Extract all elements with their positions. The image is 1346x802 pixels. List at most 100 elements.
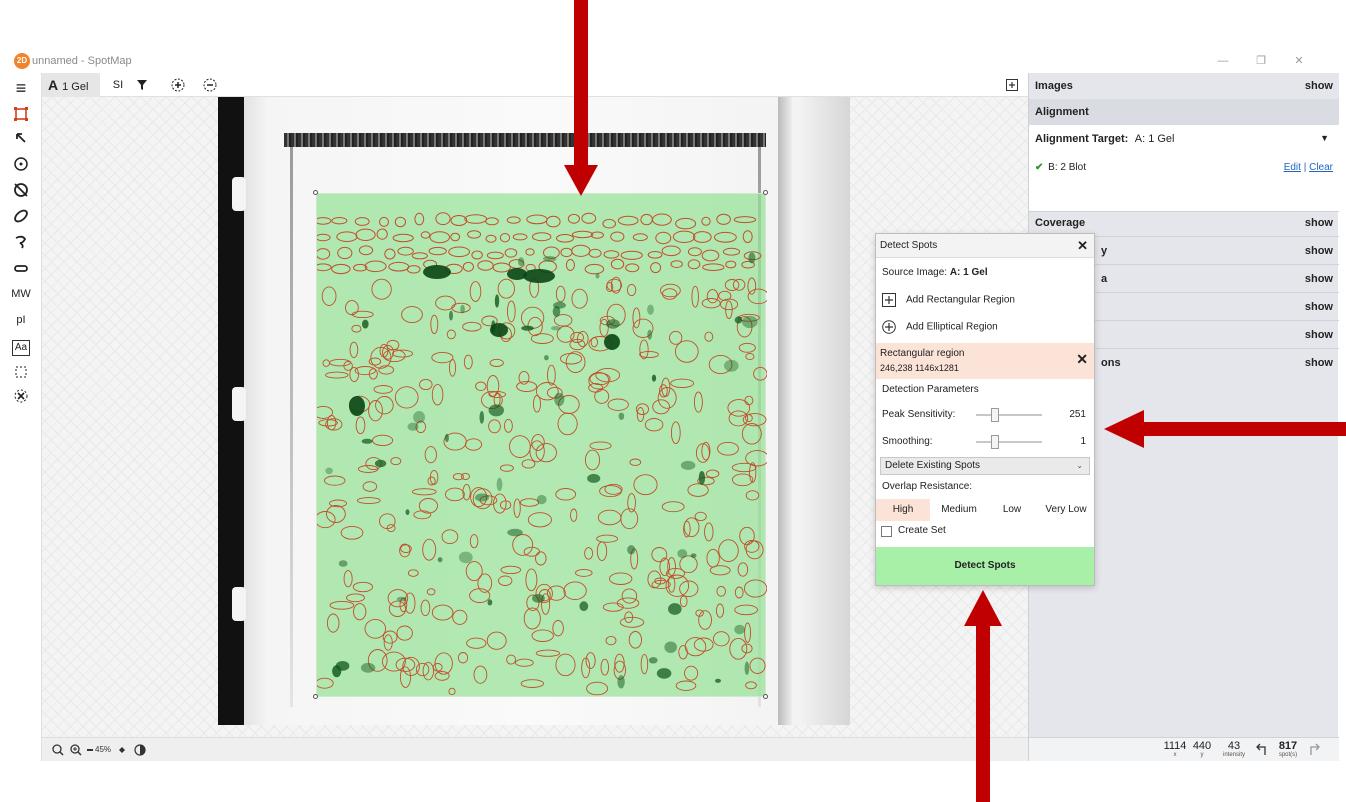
pi-tool[interactable]: pI <box>5 309 37 331</box>
split-spot-icon <box>14 209 28 223</box>
spot-outline <box>670 260 683 268</box>
peak-sensitivity-slider-handle[interactable] <box>991 408 999 422</box>
zoom-out-button[interactable] <box>86 742 94 761</box>
smoothing-slider-handle[interactable] <box>991 435 999 449</box>
zoom-100-button[interactable] <box>70 742 82 760</box>
spot-intensity <box>360 662 376 673</box>
region-handle-top-left[interactable] <box>313 190 318 195</box>
section-row-8-show[interactable]: show <box>1305 350 1333 377</box>
chevron-down-icon: ⌄ <box>1076 461 1083 470</box>
undo-button[interactable] <box>1253 742 1269 761</box>
marquee-select-tool[interactable] <box>5 361 37 383</box>
section-row-5-show[interactable]: show <box>1305 266 1333 293</box>
spot-outline <box>435 212 451 226</box>
zoom-fit-button[interactable] <box>52 742 64 760</box>
section-row-6-show[interactable]: show <box>1305 294 1333 321</box>
peak-sensitivity-slider[interactable] <box>976 408 1042 422</box>
spot-outline <box>606 278 623 292</box>
section-row-8-title: ons <box>1101 357 1121 369</box>
spot-outline <box>429 231 450 244</box>
spot-outline <box>744 395 754 406</box>
spot-intensity <box>521 325 534 331</box>
spot-outline <box>448 246 471 258</box>
delete-spot-tool[interactable] <box>5 179 37 201</box>
redo-button[interactable] <box>1307 742 1323 761</box>
smoothing-slider[interactable] <box>976 435 1042 449</box>
zoom-out-region-button[interactable] <box>200 76 220 94</box>
overlap-option-low[interactable]: Low <box>988 499 1036 521</box>
filter-icon <box>137 80 147 90</box>
add-elliptical-region-button[interactable]: Add Elliptical Region <box>882 320 998 334</box>
section-coverage-show[interactable]: show <box>1305 210 1333 237</box>
overlap-option-very-low[interactable]: Very Low <box>1038 499 1094 521</box>
spot-intensity <box>488 404 504 417</box>
contrast-button[interactable] <box>134 742 146 760</box>
section-alignment[interactable]: Alignment <box>1029 99 1339 126</box>
text-annotation-tool[interactable]: Aa <box>5 335 37 357</box>
remove-region-icon[interactable]: ✕ <box>1076 351 1088 368</box>
zoom-in-region-button[interactable] <box>168 76 188 94</box>
lane-tool[interactable] <box>5 257 37 279</box>
alignment-target-dropdown-icon[interactable]: ▼ <box>1320 133 1329 143</box>
add-rectangular-region-button[interactable]: Add Rectangular Region <box>882 293 1015 307</box>
add-spot-tool[interactable] <box>5 153 37 175</box>
spot-outline <box>667 557 676 576</box>
spot-outline <box>497 278 515 299</box>
spot-outline <box>518 370 530 385</box>
mw-tool[interactable]: MW <box>5 283 37 305</box>
close-window-button[interactable]: ✕ <box>1284 52 1314 70</box>
close-dialog-icon[interactable]: ✕ <box>1077 234 1088 258</box>
spot-outline <box>331 263 351 275</box>
split-spot-tool[interactable] <box>5 205 37 227</box>
spot-outline <box>687 259 701 270</box>
contrast-icon <box>134 744 146 756</box>
detected-spots <box>317 212 767 696</box>
menu-icon[interactable]: ≡ <box>5 77 37 99</box>
clear-alignment-link[interactable]: Clear <box>1309 162 1333 173</box>
spot-outline <box>531 629 554 642</box>
draw-outline-tool[interactable] <box>5 231 37 253</box>
spot-outline <box>743 579 767 598</box>
spot-outline <box>415 662 430 677</box>
create-set-checkbox[interactable] <box>881 526 892 537</box>
region-handle-bottom-left[interactable] <box>313 694 318 699</box>
spot-outline <box>475 381 487 392</box>
expand-view-button[interactable] <box>1002 76 1022 94</box>
region-handle-bottom-right[interactable] <box>763 694 768 699</box>
detection-region[interactable] <box>316 193 767 697</box>
alignment-target[interactable]: Alignment Target: A: 1 Gel <box>1035 133 1175 145</box>
spot-outline <box>585 652 596 669</box>
image-tab[interactable]: A1 Gel <box>42 73 100 97</box>
spot-outline <box>465 561 483 582</box>
spot-outline <box>588 371 610 390</box>
si-button[interactable]: SI <box>108 76 128 94</box>
spot-intensity <box>444 433 449 443</box>
minimize-button[interactable]: — <box>1208 52 1238 70</box>
edit-alignment-link[interactable]: Edit <box>1284 162 1301 173</box>
section-images[interactable]: Images show <box>1029 73 1339 100</box>
section-images-show[interactable]: show <box>1305 73 1333 100</box>
zoom-in-button[interactable] <box>118 742 126 760</box>
rectangle-select-tool[interactable] <box>5 103 37 125</box>
section-row-7-show[interactable]: show <box>1305 322 1333 349</box>
section-row-4-show[interactable]: show <box>1305 238 1333 265</box>
spot-outline <box>428 246 447 256</box>
spot-outline <box>738 342 756 353</box>
detect-spots-button[interactable]: Detect Spots <box>876 547 1094 585</box>
overlap-option-high[interactable]: High <box>876 499 930 521</box>
pointer-tool[interactable] <box>5 127 37 149</box>
existing-spots-select[interactable]: Delete Existing Spots ⌄ <box>880 457 1090 475</box>
spot-outline <box>329 600 355 610</box>
spot-outline <box>651 547 668 563</box>
spot-outline <box>644 418 664 432</box>
spot-outline <box>473 665 488 684</box>
detection-parameters-heading: Detection Parameters <box>882 384 979 395</box>
maximize-button[interactable]: ❐ <box>1246 52 1276 70</box>
remove-region-tool[interactable] <box>5 385 37 407</box>
spot-outline <box>452 609 468 625</box>
filter-button[interactable] <box>132 76 152 94</box>
link-separator: | <box>1303 162 1307 173</box>
region-handle-top-right[interactable] <box>763 190 768 195</box>
overlap-option-medium[interactable]: Medium <box>932 499 986 521</box>
region-list-item[interactable]: Rectangular region 246,238 1146x1281 ✕ <box>876 343 1094 379</box>
